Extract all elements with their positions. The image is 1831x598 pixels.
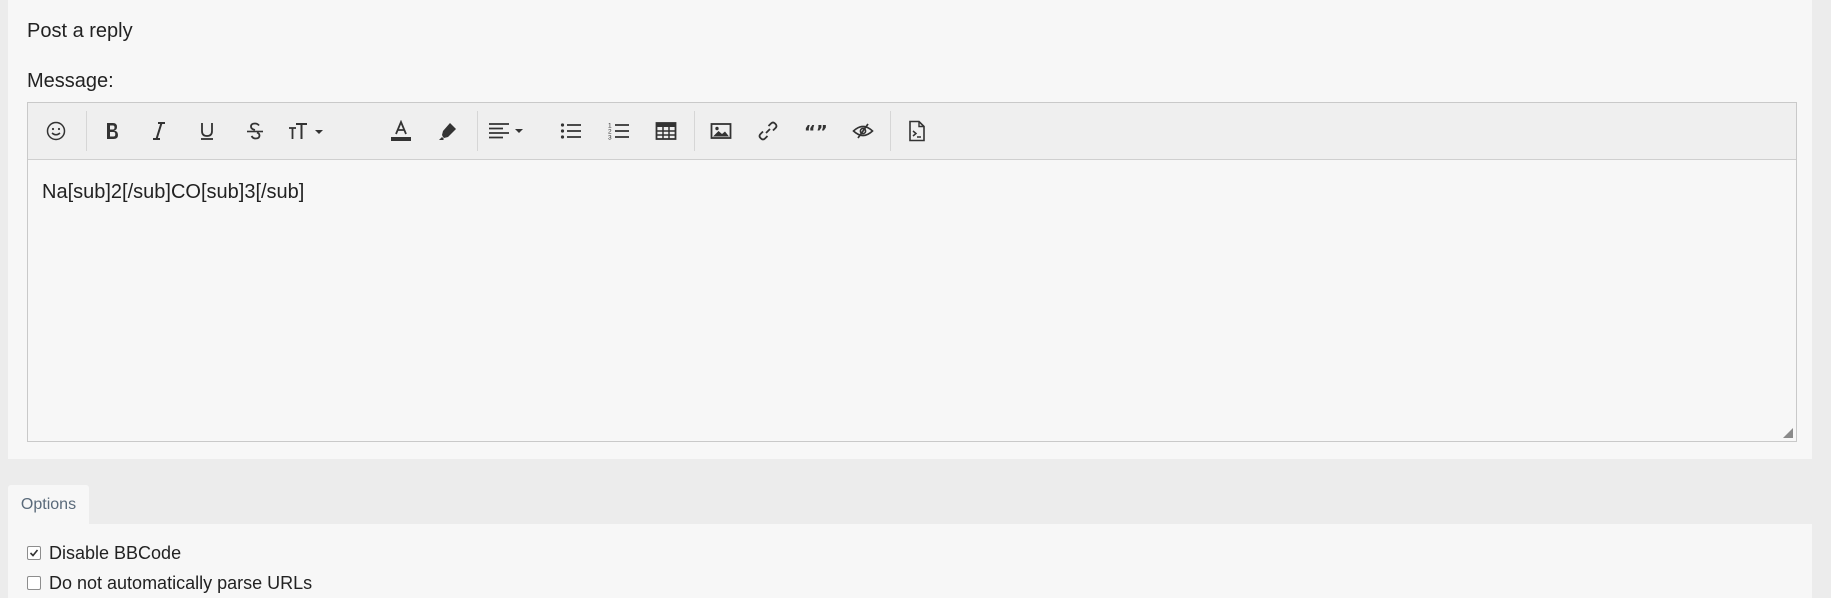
- bullet-list-button[interactable]: [551, 111, 591, 151]
- emoji-button[interactable]: [36, 111, 76, 151]
- table-button[interactable]: [646, 111, 686, 151]
- font-color-icon: [391, 120, 411, 141]
- option-no-parse-urls[interactable]: Do not automatically parse URLs: [27, 572, 312, 594]
- editor-toolbar: 1 2 3 “”: [28, 103, 1796, 160]
- svg-text:3: 3: [608, 135, 612, 142]
- options-panel: Disable BBCode Do not automatically pars…: [8, 524, 1812, 598]
- text-size-icon: [289, 123, 323, 139]
- italic-icon: [153, 122, 165, 140]
- highlight-button[interactable]: [428, 111, 468, 151]
- font-color-button[interactable]: [381, 111, 421, 151]
- link-icon: [758, 121, 778, 141]
- toolbar-separator: [86, 111, 87, 151]
- quote-button[interactable]: “”: [796, 111, 836, 151]
- numbered-list-icon: 1 2 3: [608, 123, 629, 142]
- tab-options[interactable]: Options: [8, 485, 89, 525]
- disable-bbcode-label: Disable BBCode: [49, 542, 182, 563]
- toolbar-separator: [477, 111, 478, 151]
- source-button[interactable]: [897, 111, 937, 151]
- no-parse-urls-checkbox[interactable]: [27, 576, 41, 590]
- svg-text:“”: “”: [804, 123, 828, 139]
- strikethrough-button[interactable]: [235, 111, 275, 151]
- image-button[interactable]: [701, 111, 741, 151]
- option-disable-bbcode[interactable]: Disable BBCode: [27, 542, 181, 564]
- spoiler-button[interactable]: [843, 111, 883, 151]
- italic-button[interactable]: [139, 111, 179, 151]
- page-title: Post a reply: [27, 20, 133, 42]
- toolbar-separator: [694, 111, 695, 151]
- link-button[interactable]: [748, 111, 788, 151]
- align-dropdown[interactable]: [484, 111, 530, 151]
- disable-bbcode-checkbox[interactable]: [27, 546, 41, 560]
- highlighter-icon: [439, 123, 456, 140]
- font-size-dropdown[interactable]: [284, 111, 330, 151]
- bold-button[interactable]: [92, 111, 132, 151]
- underline-button[interactable]: [187, 111, 227, 151]
- bullet-list-icon: [560, 123, 581, 139]
- post-reply-panel: Post a reply Message: 1 2 3 “” Na[sub]2[…: [8, 0, 1812, 459]
- resize-handle[interactable]: [1783, 428, 1793, 438]
- no-parse-urls-label: Do not automatically parse URLs: [49, 572, 313, 593]
- strikethrough-icon: [247, 122, 263, 140]
- toolbar-separator: [890, 111, 891, 151]
- numbered-list-button[interactable]: 1 2 3: [599, 111, 639, 151]
- align-left-icon: [489, 123, 523, 139]
- message-textarea[interactable]: Na[sub]2[/sub]CO[sub]3[/sub]: [42, 181, 304, 204]
- message-label: Message:: [27, 70, 114, 92]
- table-icon: [655, 122, 677, 140]
- code-file-icon: [909, 120, 925, 142]
- smiley-icon: [46, 121, 66, 141]
- underline-icon: [201, 123, 213, 140]
- bold-icon: [107, 123, 118, 139]
- checkmark-icon: [29, 549, 39, 557]
- image-icon: [710, 123, 732, 139]
- eye-slash-icon: [852, 123, 874, 139]
- message-editor: 1 2 3 “” Na[sub]2[/sub]CO[sub]3[/sub]: [27, 102, 1797, 442]
- quote-icon: “”: [804, 123, 828, 139]
